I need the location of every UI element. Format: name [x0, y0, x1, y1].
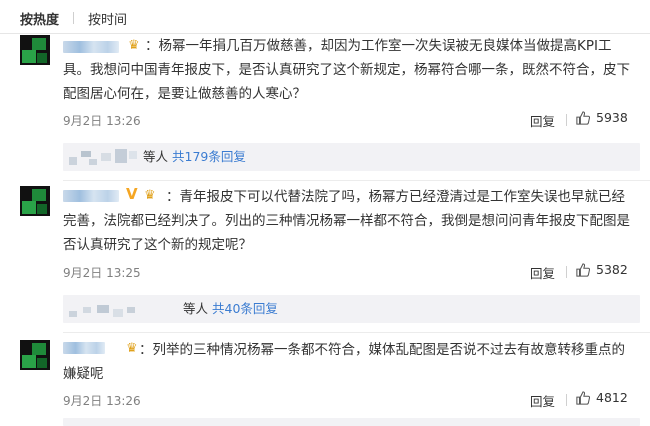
action-divider [566, 394, 567, 406]
sub-reply-summary: 等人 共40条回复 [183, 301, 278, 317]
reply-button[interactable]: 回复 [530, 263, 555, 282]
sort-tabs: 按热度 按时间 [20, 8, 127, 28]
avatar[interactable] [20, 340, 50, 370]
avatar[interactable] [20, 35, 50, 65]
comment-date: 9月2日 13:25 [63, 266, 141, 280]
action-divider [566, 266, 567, 278]
sub-reply-summary: 等人 共179条回复 [143, 149, 246, 165]
tab-sort-by-time[interactable]: 按时间 [88, 9, 127, 28]
sub-reply-who: 等人 [183, 301, 209, 316]
comment-text-rest: 我想问中国青年报皮下，是否认真研究了这个新规定，杨幂符合哪一条，既然不符合，皮下… [63, 62, 630, 102]
comment-text-rest: 疑呢 [76, 366, 104, 382]
reply-button[interactable]: 回复 [530, 111, 555, 130]
tab-divider [73, 12, 75, 24]
sub-replies-bar [63, 418, 640, 426]
comment-text: ：杨幂一年捐几百万做慈善，却因为工作室一次失误被无良媒体当做提高KPI工具。我想… [63, 34, 633, 106]
comment-text-line: ：列举的三种情况杨幂一条都不符合，媒体乱配图是否说不过去有故意转移重点的嫌 [63, 342, 625, 382]
avatar[interactable] [20, 186, 50, 216]
like-count: 5382 [596, 262, 628, 277]
sub-reply-avatars [67, 149, 137, 165]
action-divider [566, 114, 567, 126]
view-replies-link[interactable]: 共179条回复 [172, 149, 246, 164]
like-count: 5938 [596, 110, 628, 125]
comment-text: ：列举的三种情况杨幂一条都不符合，媒体乱配图是否说不过去有故意转移重点的嫌疑呢 [63, 338, 633, 386]
thumbs-up-icon [576, 110, 590, 125]
sub-reply-avatars [67, 301, 137, 317]
comment-divider [63, 180, 650, 181]
sub-reply-who: 等人 [143, 149, 169, 164]
comment-date: 9月2日 13:26 [63, 114, 141, 128]
comment-divider [63, 332, 650, 333]
sub-replies-bar[interactable]: 等人 共179条回复 [63, 143, 640, 171]
thumbs-up-icon [576, 262, 590, 277]
view-replies-link[interactable]: 共40条回复 [212, 301, 278, 316]
reply-button[interactable]: 回复 [530, 391, 555, 410]
like-count: 4812 [596, 390, 628, 405]
thumbs-up-icon [576, 390, 590, 405]
like-button[interactable]: 4812 [576, 390, 628, 405]
sub-replies-bar[interactable]: 等人 共40条回复 [63, 295, 640, 323]
like-button[interactable]: 5938 [576, 110, 628, 125]
comment-date: 9月2日 13:26 [63, 394, 141, 408]
comment-text: ：青年报皮下可以代替法院了吗，杨幂方已经澄清过是工作室失误也早就已经完善，法院都… [63, 185, 633, 257]
comment-text-rest: 善，法院都已经判决了。列出的三种情况杨幂一样都不符合，我倒是想问问青年报皮下配图… [63, 213, 630, 253]
tab-sort-by-hot[interactable]: 按热度 [20, 9, 59, 28]
like-button[interactable]: 5382 [576, 262, 628, 277]
